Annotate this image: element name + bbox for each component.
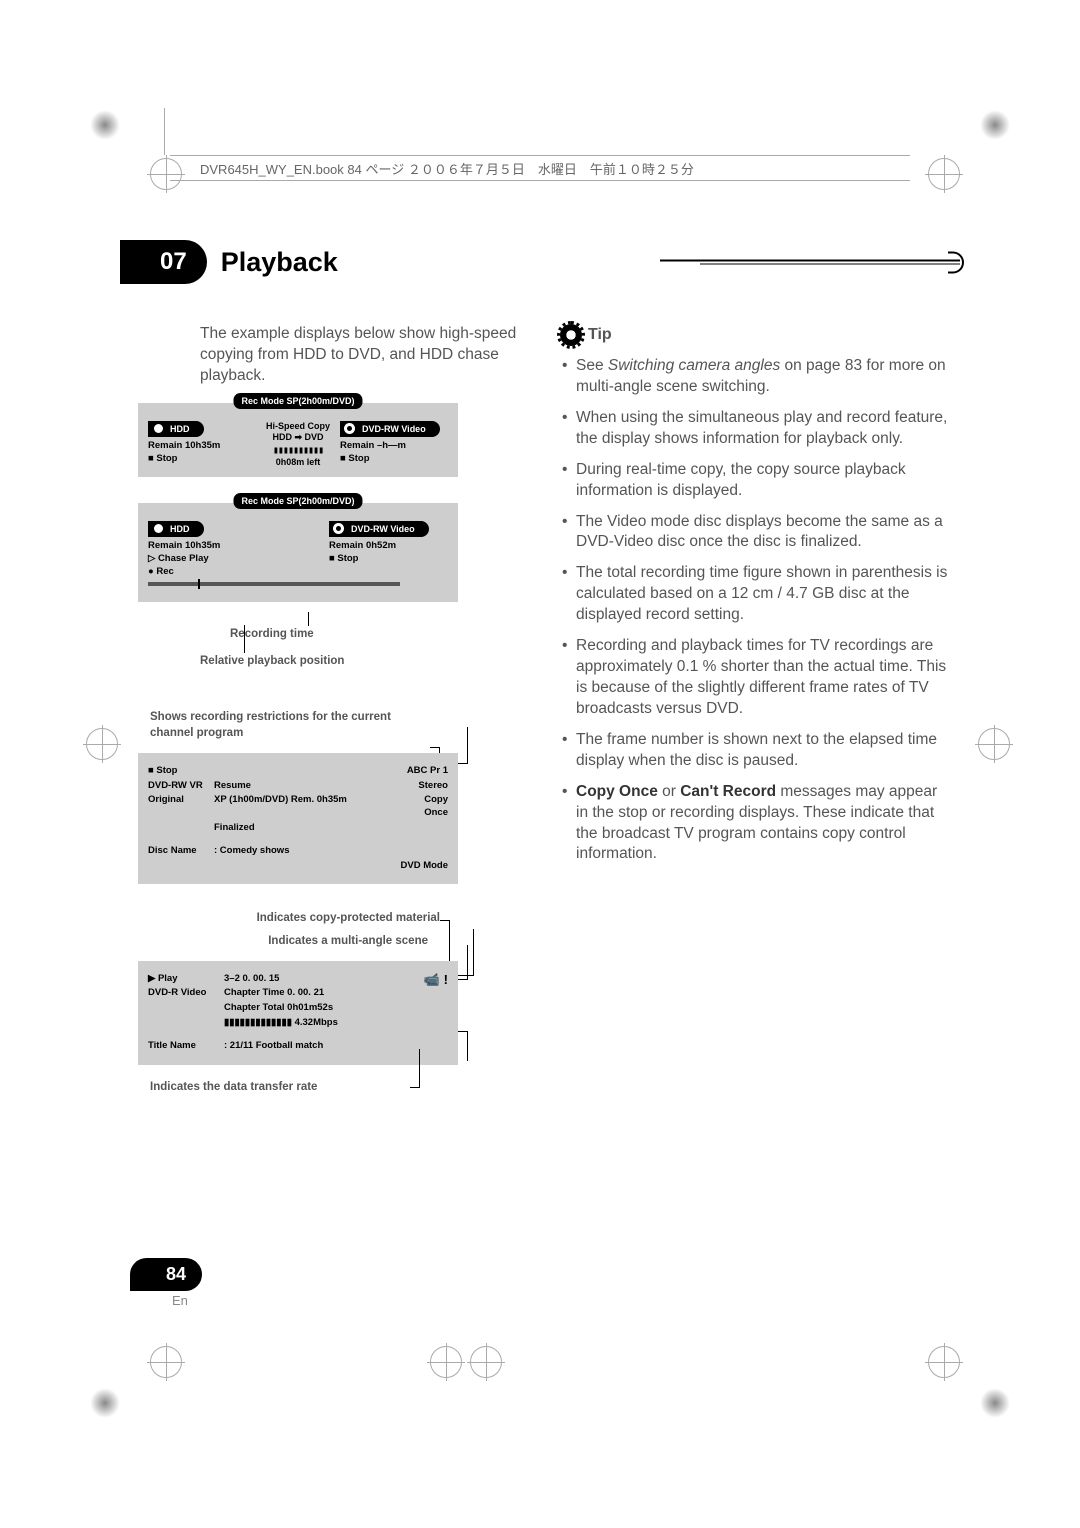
header-filename: DVR645H_WY_EN.book 84 ページ ２００６年７月５日 水曜日 … (200, 159, 694, 178)
regmark-ml (86, 728, 118, 760)
regmark-br (928, 1346, 960, 1378)
stem-decoration (164, 108, 165, 155)
disc-name-label: Disc Name (148, 845, 208, 858)
disc-name-value: : Comedy shows (214, 845, 392, 858)
dvd-badge: DVD-RW Video (329, 521, 429, 537)
tip-item: The frame number is shown next to the el… (560, 730, 950, 772)
hdd-chase: ▷ Chase Play (148, 553, 267, 566)
dvd-status: ■ Stop (340, 453, 448, 466)
osd-diagram-play: 📹 ! ▶ Play 3–2 0. 00. 15 DVD-R Video Chapt… (138, 961, 458, 1065)
page-header: DVR645H_WY_EN.book 84 ページ ２００６年７月５日 水曜日 … (170, 155, 910, 181)
disc-type: DVD-R Video (148, 987, 218, 1000)
dvd-remain: Remain –h—m (340, 440, 448, 453)
status: ■ Stop (148, 765, 208, 778)
finalized: Finalized (214, 822, 392, 835)
page-footer: 84 En (130, 1258, 202, 1308)
disc-type: DVD-RW VR (148, 780, 208, 793)
chapter-total: Chapter Total 0h01m52s (224, 1002, 448, 1015)
regmark-br2 (980, 1388, 1010, 1418)
title-name-value: : 21/11 Football match (224, 1040, 448, 1053)
tip-list: See Switching camera angles on page 83 f… (560, 356, 950, 865)
dvd-mode: DVD Mode (398, 860, 448, 873)
osd-diagram-info: ■ Stop ABC Pr 1 DVD-RW VR Resume Stereo Ori… (138, 753, 458, 885)
regmark-bl2 (90, 1388, 120, 1418)
chapter-number-pill: 07 (120, 240, 207, 284)
callout-copy-protected: Indicates copy-protected material (150, 910, 440, 926)
copy-direction: HDD ➡ DVD (266, 432, 330, 444)
audio: Stereo (398, 780, 448, 793)
tip-item: See Switching camera angles on page 83 f… (560, 356, 950, 398)
play-status: ▶ Play (148, 973, 218, 986)
regmark-bm2 (470, 1346, 502, 1378)
hdd-badge: HDD (148, 521, 204, 537)
hdd-badge: HDD (148, 421, 204, 437)
bitrate: ▮▮▮▮▮▮▮▮▮▮▮▮▮ 4.32Mbps (224, 1017, 448, 1030)
regmark-mr (978, 728, 1010, 760)
rec-mode-badge: Rec Mode SP(2h00m/DVD) (233, 393, 362, 409)
play-time: 3–2 0. 00. 15 (224, 973, 448, 986)
camera-icon: 📹 ! (424, 971, 448, 989)
original: Original (148, 794, 208, 807)
title-name-label: Title Name (148, 1040, 218, 1053)
regmark-bl (150, 1346, 182, 1378)
copy-restriction: Copy Once (398, 794, 448, 820)
header-line-decor (660, 260, 960, 265)
intro-text: The example displays below show high-spe… (200, 324, 520, 387)
hdd-rec: ● Rec (148, 566, 267, 579)
regmark-tr (928, 158, 960, 190)
chapter-time: Chapter Time 0. 00. 21 (224, 987, 448, 1000)
hdd-remain: Remain 10h35m (148, 440, 256, 453)
rec-quality: XP (1h00m/DVD) Rem. 0h35m (214, 794, 392, 807)
rec-mode-badge: Rec Mode SP(2h00m/DVD) (233, 493, 362, 509)
progress-bar (148, 582, 400, 586)
copy-label: Hi-Speed Copy (266, 421, 330, 433)
tip-item: When using the simultaneous play and rec… (560, 408, 950, 450)
tip-item: During real-time copy, the copy source p… (560, 460, 950, 502)
page-lang: En (172, 1293, 202, 1308)
hdd-remain: Remain 10h35m (148, 540, 267, 553)
tip-item: The total recording time figure shown in… (560, 563, 950, 626)
regmark-tr2 (980, 110, 1010, 140)
regmark-tl (90, 110, 120, 140)
copy-progress: ▮▮▮▮▮▮▮▮▮▮ (266, 444, 330, 457)
callout-multi-angle: Indicates a multi-angle scene (150, 933, 428, 949)
osd-diagram-copy: Rec Mode SP(2h00m/DVD) HDD Remain 10h35m… (138, 403, 458, 477)
callout-restrictions: Shows recording restrictions for the cur… (150, 709, 430, 741)
dvd-remain: Remain 0h52m (329, 540, 448, 553)
dvd-status: ■ Stop (329, 553, 448, 566)
tip-heading: Tip (560, 324, 950, 346)
tip-item: Recording and playback times for TV reco… (560, 636, 950, 720)
callout-playback-pos: Relative playback position (200, 653, 520, 669)
tip-item: The Video mode disc displays become the … (560, 512, 950, 554)
osd-diagram-chase: Rec Mode SP(2h00m/DVD) HDD Remain 10h35m… (138, 503, 458, 603)
gear-icon (560, 324, 582, 346)
regmark-bm (430, 1346, 462, 1378)
hdd-status: ■ Stop (148, 453, 256, 466)
callout-transfer-rate: Indicates the data transfer rate (150, 1079, 410, 1095)
page-number: 84 (130, 1258, 202, 1291)
resume: Resume (214, 780, 392, 793)
section-header: 07 Playback (120, 240, 950, 284)
dvd-badge: DVD-RW Video (340, 421, 440, 437)
tip-item: Copy Once or Can't Record messages may a… (560, 782, 950, 866)
channel: ABC Pr 1 (398, 765, 448, 778)
callout-rec-time: Recording time (230, 626, 520, 642)
copy-timeleft: 0h08m left (266, 457, 330, 469)
